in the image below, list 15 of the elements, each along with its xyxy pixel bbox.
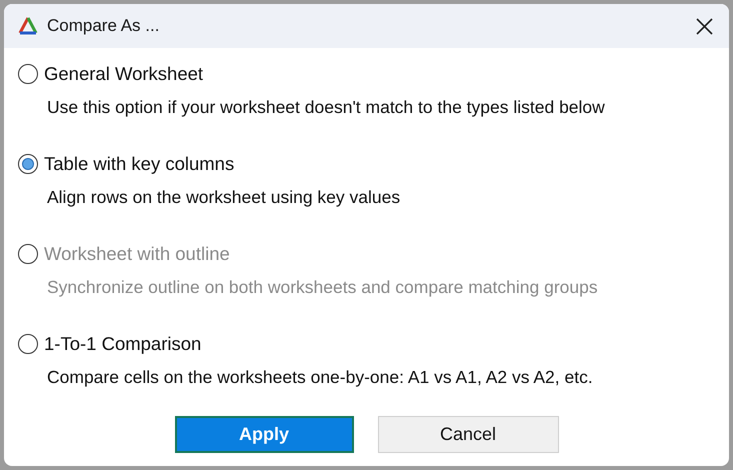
cancel-button[interactable]: Cancel bbox=[378, 416, 558, 453]
triangle-logo-icon bbox=[18, 17, 38, 35]
apply-button[interactable]: Apply bbox=[174, 416, 354, 453]
window-title: Compare As ... bbox=[47, 16, 160, 36]
option-description: Align rows on the worksheet using key values bbox=[47, 187, 400, 208]
radio-button[interactable] bbox=[18, 64, 38, 84]
radio-option[interactable]: 1-To-1 Comparison bbox=[18, 333, 202, 355]
option-description: Compare cells on the worksheets one-by-one: A1 vs A1, A2 vs A2, etc. bbox=[47, 367, 593, 388]
radio-button[interactable] bbox=[18, 154, 38, 174]
radio-button[interactable] bbox=[18, 334, 38, 354]
close-icon bbox=[696, 18, 713, 34]
option-description: Synchronize outline on both worksheets and compare matching groups bbox=[47, 277, 598, 298]
radio-option[interactable]: Table with key columns bbox=[18, 153, 234, 175]
option-description: Use this option if your worksheet doesn't match to the types listed below bbox=[47, 97, 605, 118]
radio-option[interactable]: General Worksheet bbox=[18, 63, 204, 85]
